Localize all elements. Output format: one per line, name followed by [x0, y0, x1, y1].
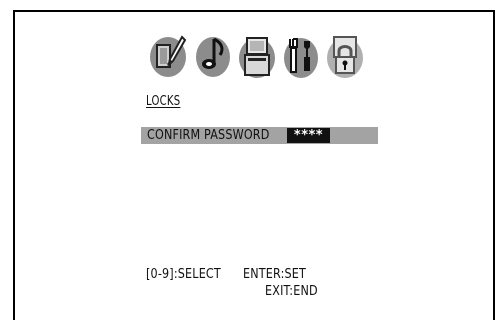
menu-icon-row [148, 31, 366, 79]
confirm-password-label: CONFIRM PASSWORD [147, 128, 270, 143]
confirm-password-row[interactable]: CONFIRM PASSWORD **** [141, 127, 378, 144]
audio-settings-icon[interactable] [192, 31, 234, 79]
select-hint: [0-9]:SELECT [146, 267, 221, 282]
password-input[interactable]: **** [287, 128, 330, 143]
lock-icon[interactable] [324, 31, 366, 79]
exit-hint: EXIT:END [265, 284, 318, 299]
page-title: LOCKS [146, 94, 181, 109]
tools-icon[interactable] [280, 31, 322, 79]
set-hint: ENTER:SET [243, 267, 307, 282]
picture-settings-icon[interactable] [148, 31, 190, 79]
disc-setup-icon[interactable] [236, 31, 278, 79]
